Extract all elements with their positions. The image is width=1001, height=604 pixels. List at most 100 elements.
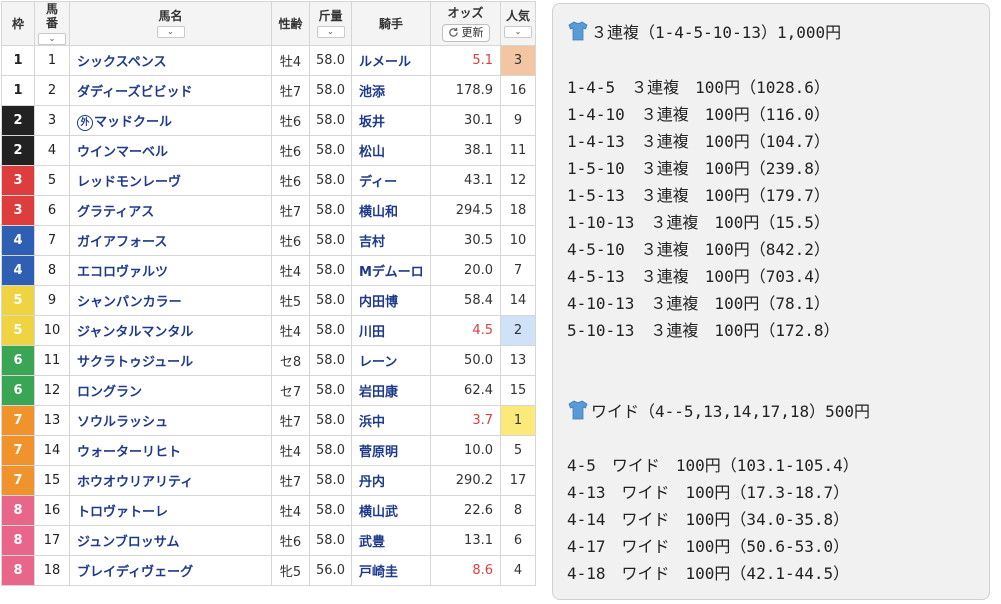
odds-cell: 10.0 bbox=[430, 435, 501, 466]
jockey-cell[interactable]: 内田博 bbox=[351, 285, 431, 316]
popularity-cell: 13 bbox=[500, 345, 536, 376]
horse-name-cell[interactable]: グラティアス bbox=[69, 195, 272, 226]
popularity-cell: 3 bbox=[500, 45, 536, 76]
waku-cell: 6 bbox=[1, 345, 35, 376]
weight-cell: 58.0 bbox=[309, 375, 352, 406]
horse-name-cell[interactable]: 外マッドクール bbox=[69, 105, 272, 136]
update-odds-button[interactable]: 更新 bbox=[441, 23, 490, 42]
horse-name-cell[interactable]: エコロヴァルツ bbox=[69, 255, 272, 286]
umaban-cell: 15 bbox=[34, 465, 70, 496]
jockey-cell[interactable]: 浜中 bbox=[351, 405, 431, 436]
jockey-cell[interactable]: 横山武 bbox=[351, 495, 431, 526]
umaban-cell: 2 bbox=[34, 75, 70, 106]
sort-popularity-button[interactable]: ⌄ bbox=[504, 26, 532, 38]
odds-cell: 294.5 bbox=[430, 195, 501, 226]
horse-name-link[interactable]: ブレイディヴェーグ bbox=[77, 565, 193, 580]
horse-name-cell[interactable]: ウインマーベル bbox=[69, 135, 272, 166]
horse-name-link[interactable]: トロヴァトーレ bbox=[77, 505, 168, 520]
horse-name-link[interactable]: ガイアフォース bbox=[77, 235, 167, 250]
waku-cell: 7 bbox=[1, 405, 35, 436]
header-name[interactable]: 馬名 ⌄ bbox=[69, 1, 272, 46]
jockey-cell[interactable]: 丹内 bbox=[351, 465, 431, 496]
jockey-cell[interactable]: Mデムーロ bbox=[351, 255, 431, 286]
trio-bet-line: 1-4-13 ３連複 100円（104.7） bbox=[567, 132, 830, 151]
jockey-cell[interactable]: 松山 bbox=[351, 135, 431, 166]
horse-name-cell[interactable]: レッドモンレーヴ bbox=[69, 165, 272, 196]
table-row: 2 4 ウインマーベル 牡6 58.0 松山 38.1 11 bbox=[1, 135, 536, 166]
horse-name-cell[interactable]: ダディーズビビッド bbox=[69, 75, 272, 106]
wide-bet-line: 4-13 ワイド 100円（17.3-18.7） bbox=[567, 483, 850, 502]
umaban-cell: 6 bbox=[34, 195, 70, 226]
popularity-cell: 1 bbox=[500, 405, 536, 436]
sex-age-cell: セ8 bbox=[271, 345, 310, 376]
popularity-cell: 7 bbox=[500, 255, 536, 286]
horse-name-link[interactable]: レッドモンレーヴ bbox=[77, 175, 181, 190]
table-row: 8 16 トロヴァトーレ 牡4 58.0 横山武 22.6 8 bbox=[1, 495, 536, 526]
horse-name-link[interactable]: ジュンブロッサム bbox=[77, 535, 179, 550]
jockey-cell[interactable]: 武豊 bbox=[351, 525, 431, 556]
jockey-cell[interactable]: 吉村 bbox=[351, 225, 431, 256]
horse-name-link[interactable]: ウインマーベル bbox=[77, 145, 168, 160]
horse-name-cell[interactable]: ブレイディヴェーグ bbox=[69, 555, 272, 586]
weight-cell: 58.0 bbox=[309, 195, 352, 226]
waku-cell: 1 bbox=[1, 75, 35, 106]
jockey-cell[interactable]: 菅原明 bbox=[351, 435, 431, 466]
horse-name-link[interactable]: ホウオウリアリティ bbox=[77, 475, 193, 490]
horse-name-link[interactable]: グラティアス bbox=[77, 205, 154, 220]
table-row: 7 15 ホウオウリアリティ 牡7 58.0 丹内 290.2 17 bbox=[1, 465, 536, 496]
horse-name-cell[interactable]: ロングラン bbox=[69, 375, 272, 406]
header-weight[interactable]: 斤量 ⌄ bbox=[309, 1, 352, 46]
horse-name-link[interactable]: ウォーターリヒト bbox=[77, 445, 181, 460]
horse-name-link[interactable]: ロングラン bbox=[77, 385, 142, 400]
header-odds: オッズ 更新 bbox=[430, 1, 501, 46]
horse-name-link[interactable]: シックスペンス bbox=[77, 55, 166, 70]
refresh-icon bbox=[448, 27, 458, 37]
jockey-cell[interactable]: 横山和 bbox=[351, 195, 431, 226]
odds-cell: 22.6 bbox=[430, 495, 501, 526]
umaban-cell: 8 bbox=[34, 255, 70, 286]
odds-cell: 30.1 bbox=[430, 105, 501, 136]
umaban-cell: 16 bbox=[34, 495, 70, 526]
betting-panel: ３連複（1-4-5-10-13）1,000円 1-4-5 ３連複 100円（10… bbox=[552, 3, 990, 600]
horse-name-cell[interactable]: ホウオウリアリティ bbox=[69, 465, 272, 496]
weight-cell: 58.0 bbox=[309, 75, 352, 106]
horse-name-cell[interactable]: ウォーターリヒト bbox=[69, 435, 272, 466]
odds-cell: 38.1 bbox=[430, 135, 501, 166]
horse-name-link[interactable]: サクラトゥジュール bbox=[77, 355, 193, 370]
horse-name-cell[interactable]: ソウルラッシュ bbox=[69, 405, 272, 436]
jockey-cell[interactable]: 池添 bbox=[351, 75, 431, 106]
horse-name-cell[interactable]: シャンパンカラー bbox=[69, 285, 272, 316]
horse-name-link[interactable]: マッドクール bbox=[94, 115, 172, 130]
sort-umaban-button[interactable]: ⌄ bbox=[38, 33, 66, 45]
horse-name-link[interactable]: ジャンタルマンタル bbox=[77, 325, 193, 340]
sex-age-cell: 牡6 bbox=[271, 105, 310, 136]
header-popularity[interactable]: 人気 ⌄ bbox=[500, 1, 536, 46]
horse-name-cell[interactable]: シックスペンス bbox=[69, 45, 272, 76]
jockey-cell[interactable]: ルメール bbox=[351, 45, 431, 76]
horse-name-link[interactable]: ダディーズビビッド bbox=[77, 85, 192, 100]
horse-name-link[interactable]: ソウルラッシュ bbox=[77, 415, 168, 430]
jockey-cell[interactable]: 戸崎圭 bbox=[351, 555, 431, 586]
popularity-cell: 4 bbox=[500, 555, 536, 586]
sort-name-button[interactable]: ⌄ bbox=[156, 26, 185, 38]
horse-name-cell[interactable]: ガイアフォース bbox=[69, 225, 272, 256]
umaban-cell: 9 bbox=[34, 285, 70, 316]
jockey-cell[interactable]: レーン bbox=[351, 345, 431, 376]
jockey-cell[interactable]: 坂井 bbox=[351, 105, 431, 136]
jockey-cell[interactable]: ディー bbox=[351, 165, 431, 196]
horse-name-link[interactable]: エコロヴァルツ bbox=[77, 265, 168, 280]
shirt-icon bbox=[568, 400, 588, 420]
weight-cell: 56.0 bbox=[309, 555, 352, 586]
horse-name-link[interactable]: シャンパンカラー bbox=[77, 295, 182, 310]
header-umaban[interactable]: 馬番 ⌄ bbox=[34, 1, 70, 46]
horse-name-cell[interactable]: ジャンタルマンタル bbox=[69, 315, 272, 346]
jockey-cell[interactable]: 川田 bbox=[351, 315, 431, 346]
horse-name-cell[interactable]: ジュンブロッサム bbox=[69, 525, 272, 556]
jockey-cell[interactable]: 岩田康 bbox=[351, 375, 431, 406]
umaban-cell: 18 bbox=[34, 555, 70, 586]
horse-name-cell[interactable]: サクラトゥジュール bbox=[69, 345, 272, 376]
waku-cell: 2 bbox=[1, 135, 35, 166]
horse-name-cell[interactable]: トロヴァトーレ bbox=[69, 495, 272, 526]
sort-weight-button[interactable]: ⌄ bbox=[316, 26, 345, 38]
sex-age-cell: 牡7 bbox=[271, 195, 310, 226]
